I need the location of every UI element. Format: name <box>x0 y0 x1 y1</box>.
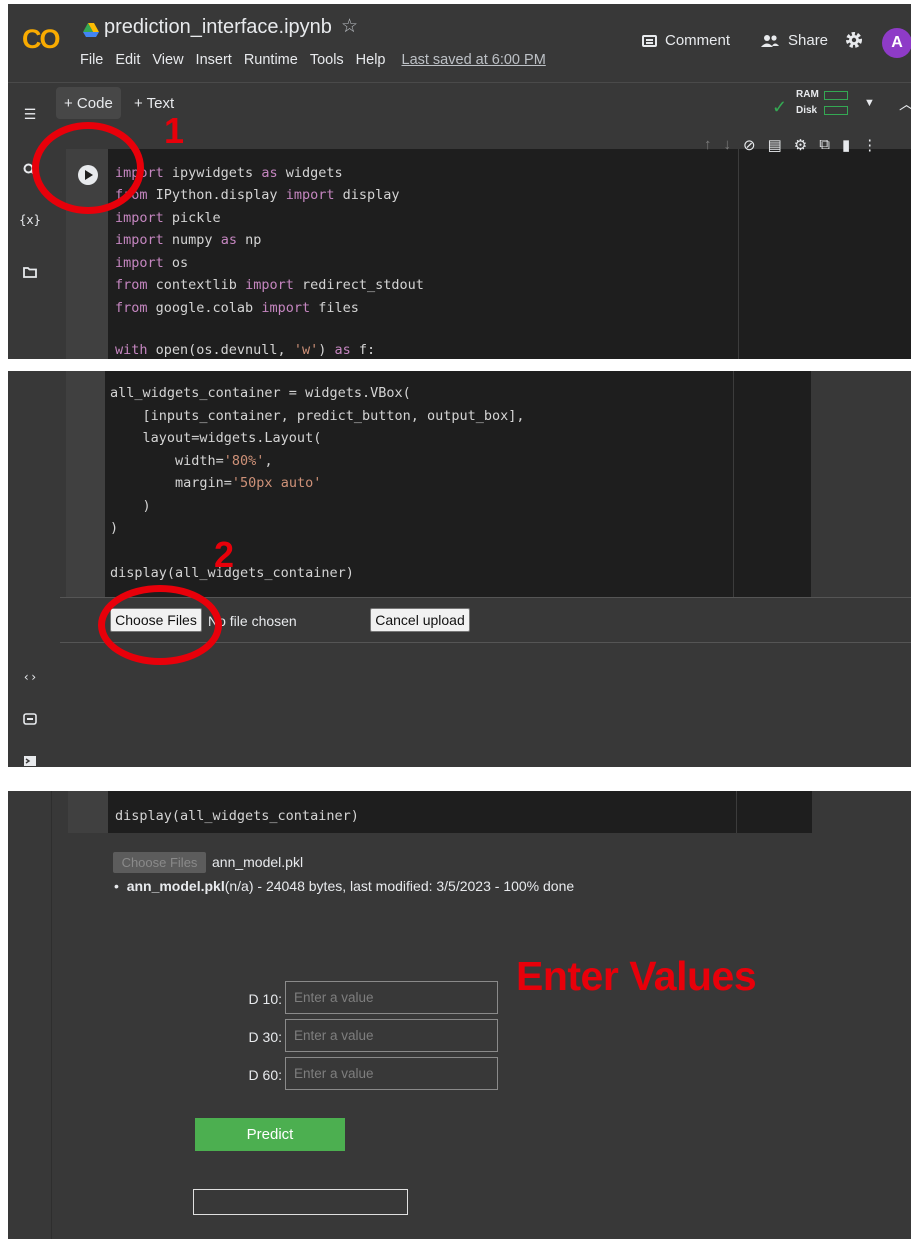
ram-disk-indicator[interactable]: ✓ RAM Disk <box>772 87 862 121</box>
menu-insert[interactable]: Insert <box>196 52 232 68</box>
code-line-1: all_widgets_container = widgets.VBox( <box>110 385 411 401</box>
left-sidebar: ‹› <box>8 371 52 767</box>
code-line-4: width='80%', <box>110 453 273 469</box>
cell-gutter <box>68 791 108 833</box>
comment-icon <box>642 34 657 47</box>
menu-bar: File Edit View Insert Runtime Tools Help… <box>80 52 546 68</box>
folder-icon[interactable] <box>20 262 40 282</box>
colab-notebook-output-panel: display(all_widgets_container) Choose Fi… <box>8 791 911 1239</box>
gear-icon[interactable] <box>844 30 864 50</box>
menu-help[interactable]: Help <box>356 52 386 68</box>
code-line-7: from google.colab import files <box>115 300 359 316</box>
uploaded-file-name: ann_model.pkl <box>212 854 304 870</box>
annotation-circle-2 <box>98 585 222 665</box>
code-line-4: import numpy as np <box>115 232 262 248</box>
add-code-button[interactable]: + Code <box>56 87 121 119</box>
comment-label: Comment <box>665 32 731 49</box>
upload-status-line: • ann_model.pkl(n/a) - 24048 bytes, last… <box>114 878 574 894</box>
table-of-contents-icon[interactable]: ☰ <box>20 104 40 124</box>
delete-icon[interactable]: ▮ <box>842 136 850 154</box>
cell-gutter <box>66 371 106 597</box>
variables-icon[interactable]: {x} <box>19 210 41 230</box>
d10-label: D 10: <box>248 991 282 1007</box>
chevron-up-icon[interactable]: ︿ <box>899 93 911 114</box>
share-button[interactable]: Share <box>760 32 828 49</box>
d10-input[interactable] <box>285 981 498 1014</box>
code-line-2: from IPython.display import display <box>115 187 400 203</box>
colab-logo[interactable]: CO <box>22 24 60 55</box>
d60-label: D 60: <box>248 1067 282 1083</box>
menu-runtime[interactable]: Runtime <box>244 52 298 68</box>
cell-toolbar: ↑ ↓ ⊘ ▤ ⚙ ⧉ ▮ ⋮ <box>704 136 877 154</box>
d30-input[interactable] <box>285 1019 498 1052</box>
chevron-down-icon[interactable]: ▼ <box>864 97 875 109</box>
menu-tools[interactable]: Tools <box>310 52 344 68</box>
share-label: Share <box>788 32 829 49</box>
code-line-5: import os <box>115 255 189 271</box>
avatar[interactable]: A <box>882 28 911 58</box>
comment-icon[interactable]: ▤ <box>768 136 782 154</box>
disk-bar <box>824 106 848 115</box>
notebook-title[interactable]: prediction_interface.ipynb <box>104 16 332 39</box>
code-editor-scroll-area <box>738 149 911 359</box>
annotation-step-2: 2 <box>214 534 235 575</box>
colab-notebook-middle-panel: ‹› all_widgets_container = widgets.VBox(… <box>8 371 911 767</box>
code-line-display: display(all_widgets_container) <box>115 808 359 824</box>
menu-edit[interactable]: Edit <box>115 52 140 68</box>
ram-bar <box>824 91 848 100</box>
code-line-2: [inputs_container, predict_button, outpu… <box>110 408 525 424</box>
code-line-6: from contextlib import redirect_stdout <box>115 277 424 293</box>
cancel-upload-button[interactable]: Cancel upload <box>370 608 470 632</box>
upload-file-bold: ann_model.pkl <box>126 878 225 894</box>
code-line-6: ) <box>110 498 151 514</box>
colab-header: CO prediction_interface.ipynb ☆ File Edi… <box>8 4 911 82</box>
code-line-1: import ipywidgets as widgets <box>115 165 343 181</box>
disk-label: Disk <box>796 105 818 116</box>
menu-view[interactable]: View <box>152 52 183 68</box>
annotation-circle-1 <box>32 122 144 214</box>
people-icon <box>761 34 779 47</box>
predict-button[interactable]: Predict <box>195 1118 345 1151</box>
mirror-cell-icon[interactable]: ⧉ <box>819 136 830 154</box>
connected-check-icon: ✓ <box>772 97 788 117</box>
left-sidebar <box>8 791 52 1239</box>
code-line-9: with open(os.devnull, 'w') as f: <box>115 342 376 358</box>
link-icon[interactable]: ⊘ <box>743 136 756 154</box>
last-saved-link[interactable]: Last saved at 6:00 PM <box>402 52 546 68</box>
code-editor-scroll-area <box>736 791 812 833</box>
d60-input[interactable] <box>285 1057 498 1090</box>
annotation-step-1: 1 <box>164 110 185 151</box>
code-snippets-icon[interactable]: ‹› <box>20 667 40 687</box>
more-options-icon[interactable]: ⋮ <box>862 136 877 154</box>
settings-icon[interactable]: ⚙ <box>794 136 807 154</box>
code-editor-scroll-area <box>733 371 811 597</box>
ram-label: RAM <box>796 89 819 100</box>
comment-button[interactable]: Comment <box>642 32 730 49</box>
colab-notebook-top-panel: CO prediction_interface.ipynb ☆ File Edi… <box>8 4 911 359</box>
code-line-5: margin='50px auto' <box>110 475 322 491</box>
code-line-3: import pickle <box>115 210 221 226</box>
output-box <box>193 1189 408 1215</box>
code-line-7: ) <box>110 520 119 536</box>
menu-file[interactable]: File <box>80 52 103 68</box>
move-up-icon[interactable]: ↑ <box>704 136 712 154</box>
command-palette-icon[interactable] <box>20 709 40 729</box>
choose-files-button-disabled: Choose Files <box>113 852 206 873</box>
upload-file-details: (n/a) - 24048 bytes, last modified: 3/5/… <box>224 878 575 894</box>
d30-label: D 30: <box>248 1029 282 1045</box>
terminal-icon[interactable] <box>20 751 40 767</box>
star-icon[interactable]: ☆ <box>341 15 358 38</box>
bullet: • <box>114 878 119 894</box>
notebook-toolbar: + Code + Text ✓ RAM Disk ▼ ︿ <box>8 82 911 126</box>
code-line-3: layout=widgets.Layout( <box>110 430 322 446</box>
move-down-icon[interactable]: ↓ <box>724 136 732 154</box>
google-drive-icon <box>83 23 99 37</box>
annotation-enter-values: Enter Values <box>516 953 757 999</box>
